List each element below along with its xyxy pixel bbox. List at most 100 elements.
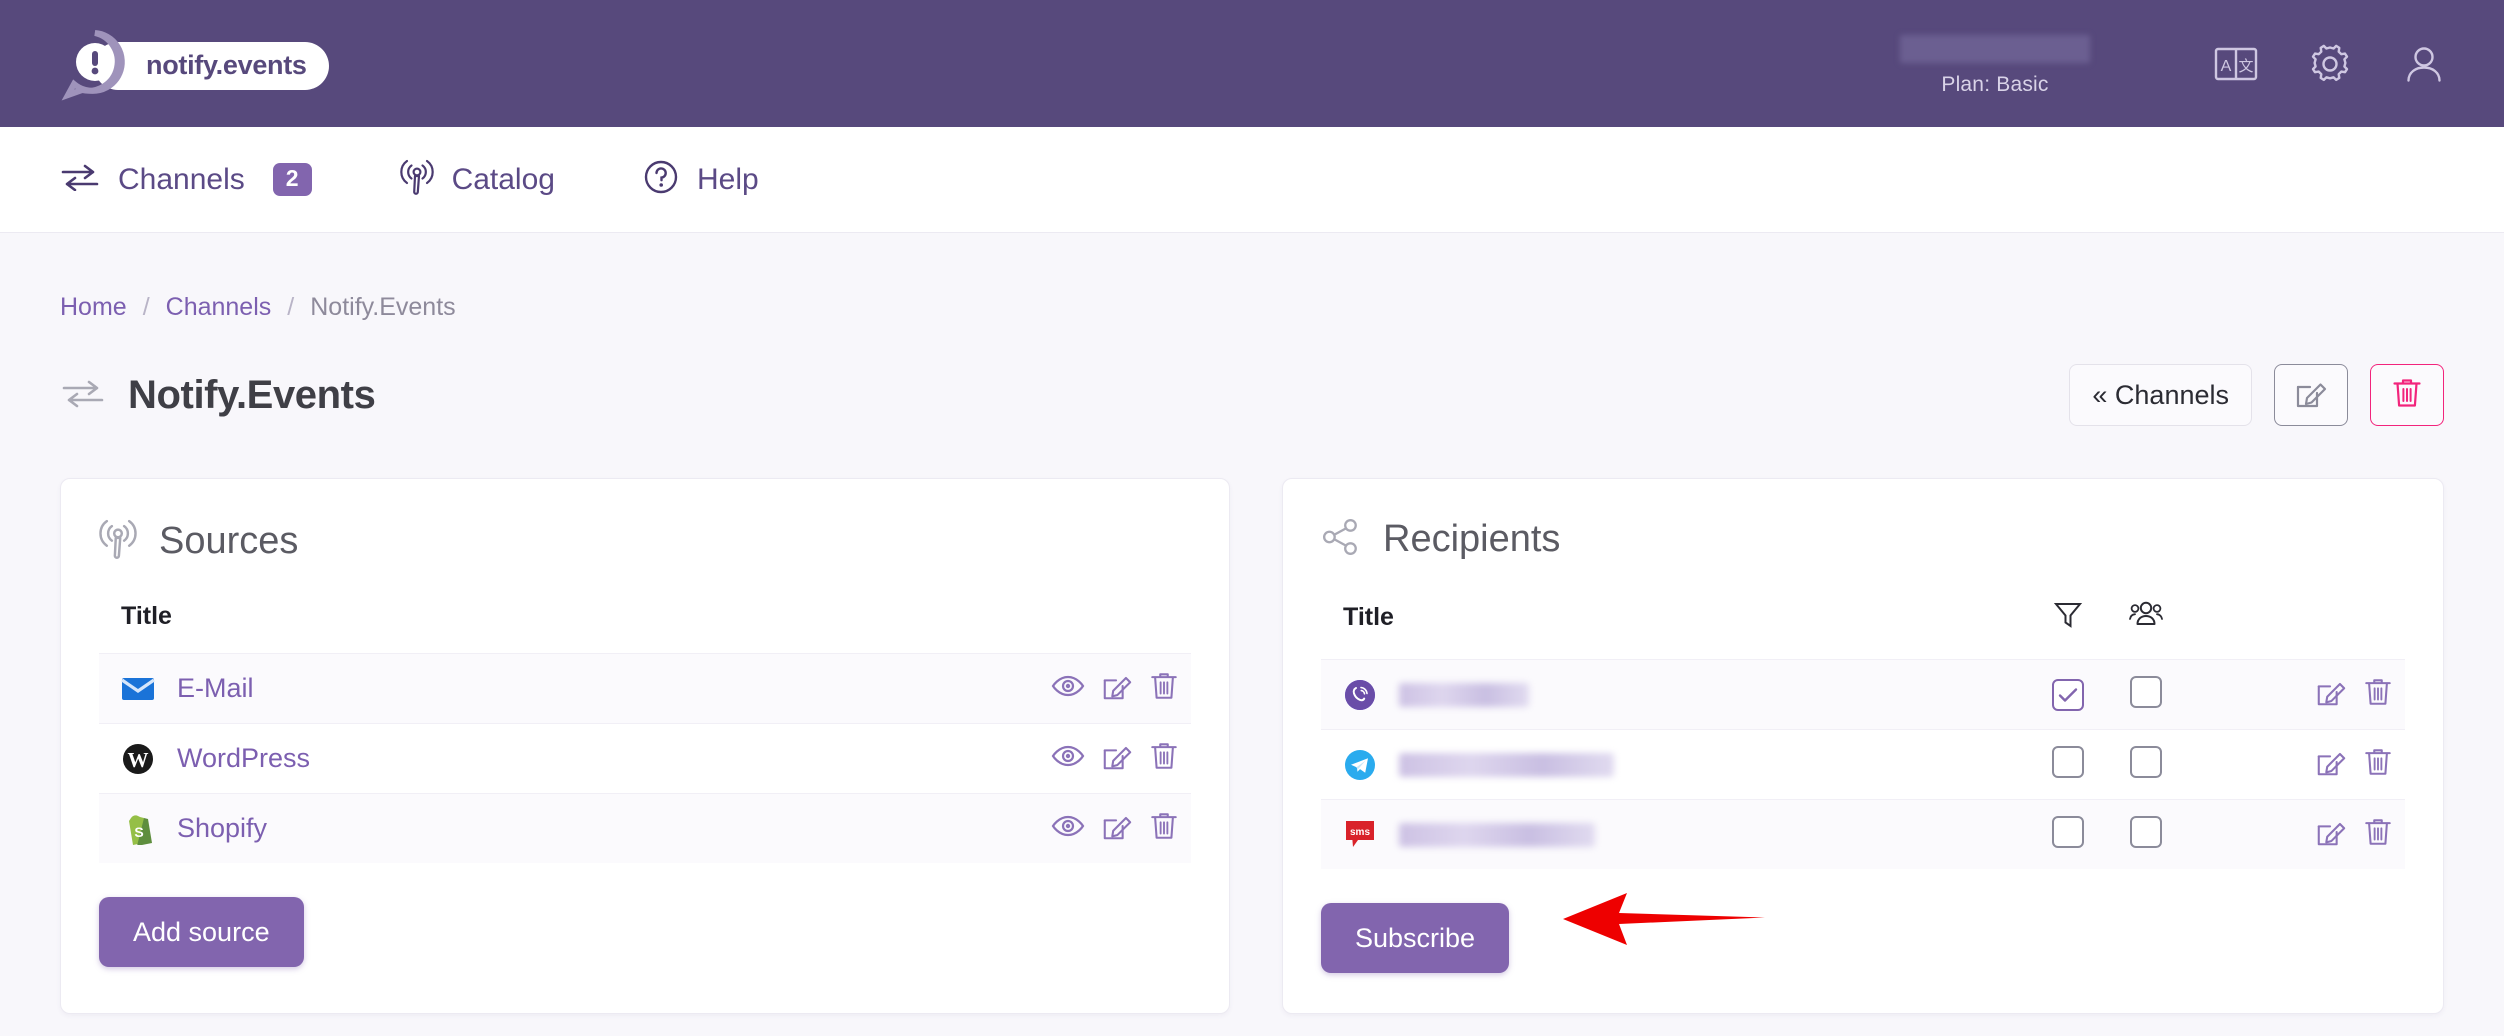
recipient-cell-title	[1343, 748, 2029, 782]
translate-icon[interactable]: A 文	[2214, 45, 2258, 83]
breadcrumb-separator: /	[142, 293, 150, 321]
cards-row: Sources Title E-Mail W WordPress S Shopi…	[60, 478, 2444, 1014]
recipients-card-header: Recipients	[1321, 517, 2405, 562]
logo[interactable]: notify.events	[58, 27, 329, 101]
breadcrumb: Home / Channels / Notify.Events	[60, 233, 2444, 322]
add-source-button[interactable]: Add source	[99, 897, 304, 967]
recipient-title-redacted	[1399, 682, 1529, 707]
account-name-redacted	[1900, 34, 2090, 63]
source-cell-title: S Shopify	[121, 812, 971, 846]
edit-pencil-icon[interactable]	[1101, 810, 1133, 847]
user-icon[interactable]	[2402, 42, 2446, 86]
source-name[interactable]: Shopify	[177, 813, 267, 844]
exchange-arrows-icon	[60, 163, 100, 196]
page-header: Notify.Events « Channels	[60, 364, 2444, 426]
svg-text:S: S	[134, 824, 143, 840]
sources-table: Title E-Mail W WordPress S Shopify	[99, 602, 1191, 863]
recipients-table: Title sms	[1321, 598, 2405, 869]
app-header: notify.events Plan: Basic A 文	[0, 0, 2504, 127]
subscribe-button[interactable]: Subscribe	[1321, 903, 1510, 973]
recipient-filter-checkbox[interactable]	[2052, 746, 2084, 778]
eye-icon[interactable]	[1051, 813, 1085, 844]
trash-icon[interactable]	[2363, 676, 2393, 713]
edit-channel-button[interactable]	[2274, 364, 2348, 426]
source-row-actions	[993, 670, 1191, 707]
delete-channel-button[interactable]	[2370, 364, 2444, 426]
recipients-column-filter	[2029, 598, 2107, 660]
trash-icon[interactable]	[1149, 740, 1179, 777]
eye-icon[interactable]	[1051, 673, 1085, 704]
edit-pencil-icon[interactable]	[1101, 670, 1133, 707]
main-nav: Channels 2 Catalog Help	[0, 127, 2504, 233]
nav-item-catalog[interactable]: Catalog	[399, 158, 555, 201]
broadcast-icon	[99, 517, 137, 566]
exchange-arrows-icon	[60, 377, 106, 414]
breadcrumb-channels[interactable]: Channels	[166, 293, 272, 322]
edit-pencil-icon	[2294, 376, 2328, 415]
table-row[interactable]: S Shopify	[99, 793, 1191, 863]
breadcrumb-home[interactable]: Home	[60, 293, 127, 322]
plan-label: Plan: Basic	[1941, 72, 2049, 96]
recipients-column-title: Title	[1343, 603, 1394, 631]
edit-pencil-icon[interactable]	[2315, 676, 2347, 713]
table-row[interactable]	[1321, 659, 2405, 730]
telegram-icon	[1343, 748, 1377, 782]
recipients-card: Recipients Title sms Subscribe	[1282, 478, 2444, 1014]
back-to-channels-button[interactable]: « Channels	[2069, 364, 2252, 426]
source-name[interactable]: E-Mail	[177, 673, 254, 704]
trash-icon[interactable]	[2363, 746, 2393, 783]
viber-icon	[1343, 678, 1377, 712]
nav-item-channels[interactable]: Channels 2	[60, 163, 312, 197]
recipient-row-actions	[2207, 676, 2405, 713]
source-row-actions	[993, 810, 1191, 847]
recipient-cell-title: sms	[1343, 818, 2029, 852]
speech-bubble-exclamation-icon	[58, 27, 132, 101]
nav-label-catalog: Catalog	[451, 162, 555, 196]
breadcrumb-current: Notify.Events	[310, 293, 456, 321]
eye-icon[interactable]	[1051, 743, 1085, 774]
recipients-footer: Subscribe	[1321, 869, 2405, 973]
edit-pencil-icon[interactable]	[1101, 740, 1133, 777]
recipient-group-checkbox[interactable]	[2130, 816, 2162, 848]
trash-icon[interactable]	[2363, 816, 2393, 853]
edit-pencil-icon[interactable]	[2315, 816, 2347, 853]
share-network-icon	[1321, 517, 1361, 562]
table-row[interactable]: W WordPress	[99, 723, 1191, 794]
broadcast-icon	[399, 158, 434, 201]
source-row-actions	[993, 740, 1191, 777]
table-row[interactable]: E-Mail	[99, 653, 1191, 724]
recipient-group-checkbox[interactable]	[2130, 746, 2162, 778]
recipient-group-checkbox[interactable]	[2130, 676, 2162, 708]
people-group-icon[interactable]	[2128, 601, 2164, 635]
trash-icon[interactable]	[1149, 810, 1179, 847]
recipient-filter-checkbox[interactable]	[2052, 816, 2084, 848]
shopify-icon: S	[121, 812, 155, 846]
red-arrow-annotation-icon	[1557, 884, 1767, 959]
source-cell-title: E-Mail	[121, 672, 971, 706]
channels-count-badge: 2	[272, 163, 312, 196]
table-row[interactable]	[1321, 729, 2405, 800]
sources-card-header: Sources	[99, 517, 1191, 566]
gear-icon[interactable]	[2308, 42, 2352, 86]
recipients-column-actions	[2185, 598, 2405, 660]
sources-column-title: Title	[121, 602, 172, 630]
svg-text:文: 文	[2238, 57, 2253, 75]
trash-icon	[2391, 376, 2423, 415]
email-envelope-icon	[121, 672, 155, 706]
sources-table-header-row: Title	[99, 602, 1191, 654]
recipients-card-title: Recipients	[1383, 518, 1561, 560]
sources-column-actions	[971, 602, 1191, 654]
recipient-row-actions	[2207, 816, 2405, 853]
recipient-filter-checkbox[interactable]	[2052, 678, 2084, 711]
nav-item-help[interactable]: Help	[643, 159, 759, 200]
trash-icon[interactable]	[1149, 670, 1179, 707]
table-row[interactable]: sms	[1321, 799, 2405, 869]
recipient-row-actions	[2207, 746, 2405, 783]
source-name[interactable]: WordPress	[177, 743, 310, 774]
account-block[interactable]: Plan: Basic	[1900, 31, 2090, 97]
nav-label-help: Help	[696, 162, 759, 196]
edit-pencil-icon[interactable]	[2315, 746, 2347, 783]
svg-text:sms: sms	[1350, 827, 1370, 838]
filter-funnel-icon[interactable]	[2052, 603, 2084, 636]
sources-card-title: Sources	[159, 520, 299, 562]
